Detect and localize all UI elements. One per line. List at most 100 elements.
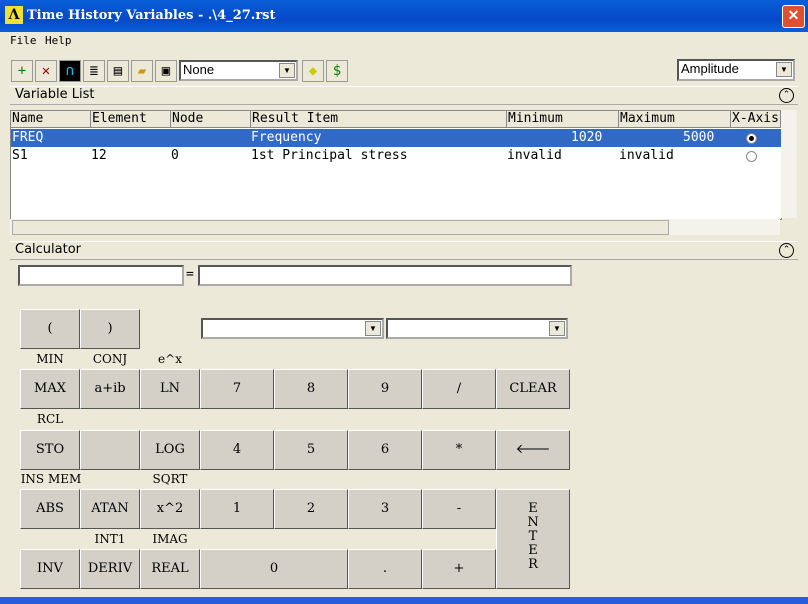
col-node[interactable]: Node [171, 111, 251, 128]
insmem-label: INS MEM [20, 472, 82, 486]
function-combo-1[interactable]: ▼ [201, 318, 384, 339]
back-button[interactable]: 🡐 [496, 430, 570, 470]
combo-value: None [183, 62, 215, 77]
sqrt-label: SQRT [152, 472, 188, 486]
section-title: Calculator [15, 242, 82, 257]
menu-file[interactable]: File [10, 34, 37, 47]
conj-label: CONJ [92, 352, 128, 366]
n3-button[interactable]: 3 [348, 489, 422, 529]
cell-min: invalid [507, 148, 562, 163]
section-title: Variable List [15, 87, 95, 102]
div-button[interactable]: / [422, 369, 496, 409]
imag-label: IMAG [152, 532, 188, 546]
variable-table: Name Element Node Result Item Minimum Ma… [10, 110, 782, 220]
amplitude-combo[interactable]: Amplitude ▼ [677, 59, 795, 81]
x-axis-radio[interactable] [746, 133, 757, 144]
expression-input[interactable] [18, 265, 184, 286]
abs-button[interactable]: ABS [20, 489, 80, 529]
combo-value: Amplitude [681, 61, 739, 76]
int1-label: INT1 [94, 532, 126, 546]
menu-help[interactable]: Help [45, 34, 72, 47]
close-button[interactable]: ✕ [782, 5, 805, 28]
mul-button[interactable]: * [422, 430, 496, 470]
cell-name: FREQ [12, 130, 44, 145]
aib-button[interactable]: a+ib [80, 369, 140, 409]
n2-button[interactable]: 2 [274, 489, 348, 529]
real-button[interactable]: REAL [140, 549, 200, 589]
lp-button[interactable]: ( [20, 309, 80, 349]
col-x-axis[interactable]: X-Axis [731, 111, 781, 128]
window-title: Time History Variables - .\4_27.rst [27, 8, 276, 23]
x-axis-radio[interactable] [746, 151, 757, 162]
cell-min: 1020 [571, 130, 603, 145]
col-minimum[interactable]: Minimum [507, 111, 619, 128]
n8-button[interactable]: 8 [274, 369, 348, 409]
ex-label: e^x [158, 352, 182, 366]
col-maximum[interactable]: Maximum [619, 111, 731, 128]
n5-button[interactable]: 5 [274, 430, 348, 470]
dollar-icon[interactable]: $ [326, 60, 348, 82]
taskbar [0, 597, 808, 604]
deriv-button[interactable]: DERIV [80, 549, 140, 589]
x2-button[interactable]: x^2 [140, 489, 200, 529]
cell-element: 12 [91, 148, 107, 163]
dot-button[interactable]: . [348, 549, 422, 589]
cell-name: S1 [12, 148, 28, 163]
n6-button[interactable]: 6 [348, 430, 422, 470]
cell-result: 1st Principal stress [251, 148, 408, 163]
vertical-scrollbar[interactable] [781, 110, 797, 218]
cell-max: 5000 [683, 130, 715, 145]
graph-icon[interactable]: ∩ [59, 60, 81, 82]
sub-button[interactable]: - [422, 489, 496, 529]
n4-button[interactable]: 4 [200, 430, 274, 470]
clear-button[interactable]: CLEAR [496, 369, 570, 409]
inv-button[interactable]: INV [20, 549, 80, 589]
max-button[interactable]: MAX [20, 369, 80, 409]
n7-button[interactable]: 7 [200, 369, 274, 409]
log-button[interactable]: LOG [140, 430, 200, 470]
add-button[interactable]: + [422, 549, 496, 589]
rcl-label: RCL [36, 412, 64, 426]
rp-button[interactable]: ) [80, 309, 140, 349]
open-icon[interactable]: ▰ [131, 60, 153, 82]
horizontal-scrollbar[interactable] [10, 219, 780, 235]
n9-button[interactable]: 9 [348, 369, 422, 409]
col-name[interactable]: Name [11, 111, 91, 128]
enter-button[interactable]: E N T E R [496, 489, 570, 589]
eraser-icon[interactable]: ◆ [302, 60, 324, 82]
scroll-thumb[interactable] [12, 220, 669, 235]
app-logo-icon: Λ [5, 6, 23, 24]
sto-button[interactable]: STO [20, 430, 80, 470]
chevron-down-icon: ▼ [279, 63, 295, 78]
ln-button[interactable]: LN [140, 369, 200, 409]
add-icon[interactable]: + [11, 60, 33, 82]
equals-label: = [186, 267, 194, 282]
blank-button[interactable] [80, 430, 140, 470]
chevron-down-icon: ▼ [776, 62, 792, 77]
col-element[interactable]: Element [91, 111, 171, 128]
chevron-down-icon: ▼ [365, 321, 381, 336]
variable-combo[interactable]: None ▼ [179, 60, 298, 81]
cell-max: invalid [619, 148, 674, 163]
table-row[interactable]: FREQ Frequency 1020 5000 [11, 129, 781, 147]
table-row[interactable]: S1 12 0 1st Principal stress invalid inv… [11, 147, 781, 165]
title-bar: Λ Time History Variables - .\4_27.rst ✕ [0, 0, 808, 32]
result-name-input[interactable] [198, 265, 572, 286]
atan-button[interactable]: ATAN [80, 489, 140, 529]
delete-icon[interactable]: ✕ [35, 60, 57, 82]
n0-button[interactable]: 0 [200, 549, 348, 589]
cell-result: Frequency [251, 130, 322, 145]
list-icon[interactable]: ≣ [83, 60, 105, 82]
function-combo-2[interactable]: ▼ [386, 318, 568, 339]
n1-button[interactable]: 1 [200, 489, 274, 529]
properties-icon[interactable]: ▤ [107, 60, 129, 82]
calculator-header: Calculator ⌃ [10, 241, 798, 260]
collapse-icon[interactable]: ⌃ [779, 88, 794, 103]
chevron-down-icon: ▼ [549, 321, 565, 336]
col-result-item[interactable]: Result Item [251, 111, 507, 128]
variable-list-header: Variable List ⌃ [10, 86, 798, 105]
cell-node: 0 [171, 148, 179, 163]
save-icon[interactable]: ▣ [155, 60, 177, 82]
min-label: MIN [36, 352, 64, 366]
collapse-icon[interactable]: ⌃ [779, 243, 794, 258]
